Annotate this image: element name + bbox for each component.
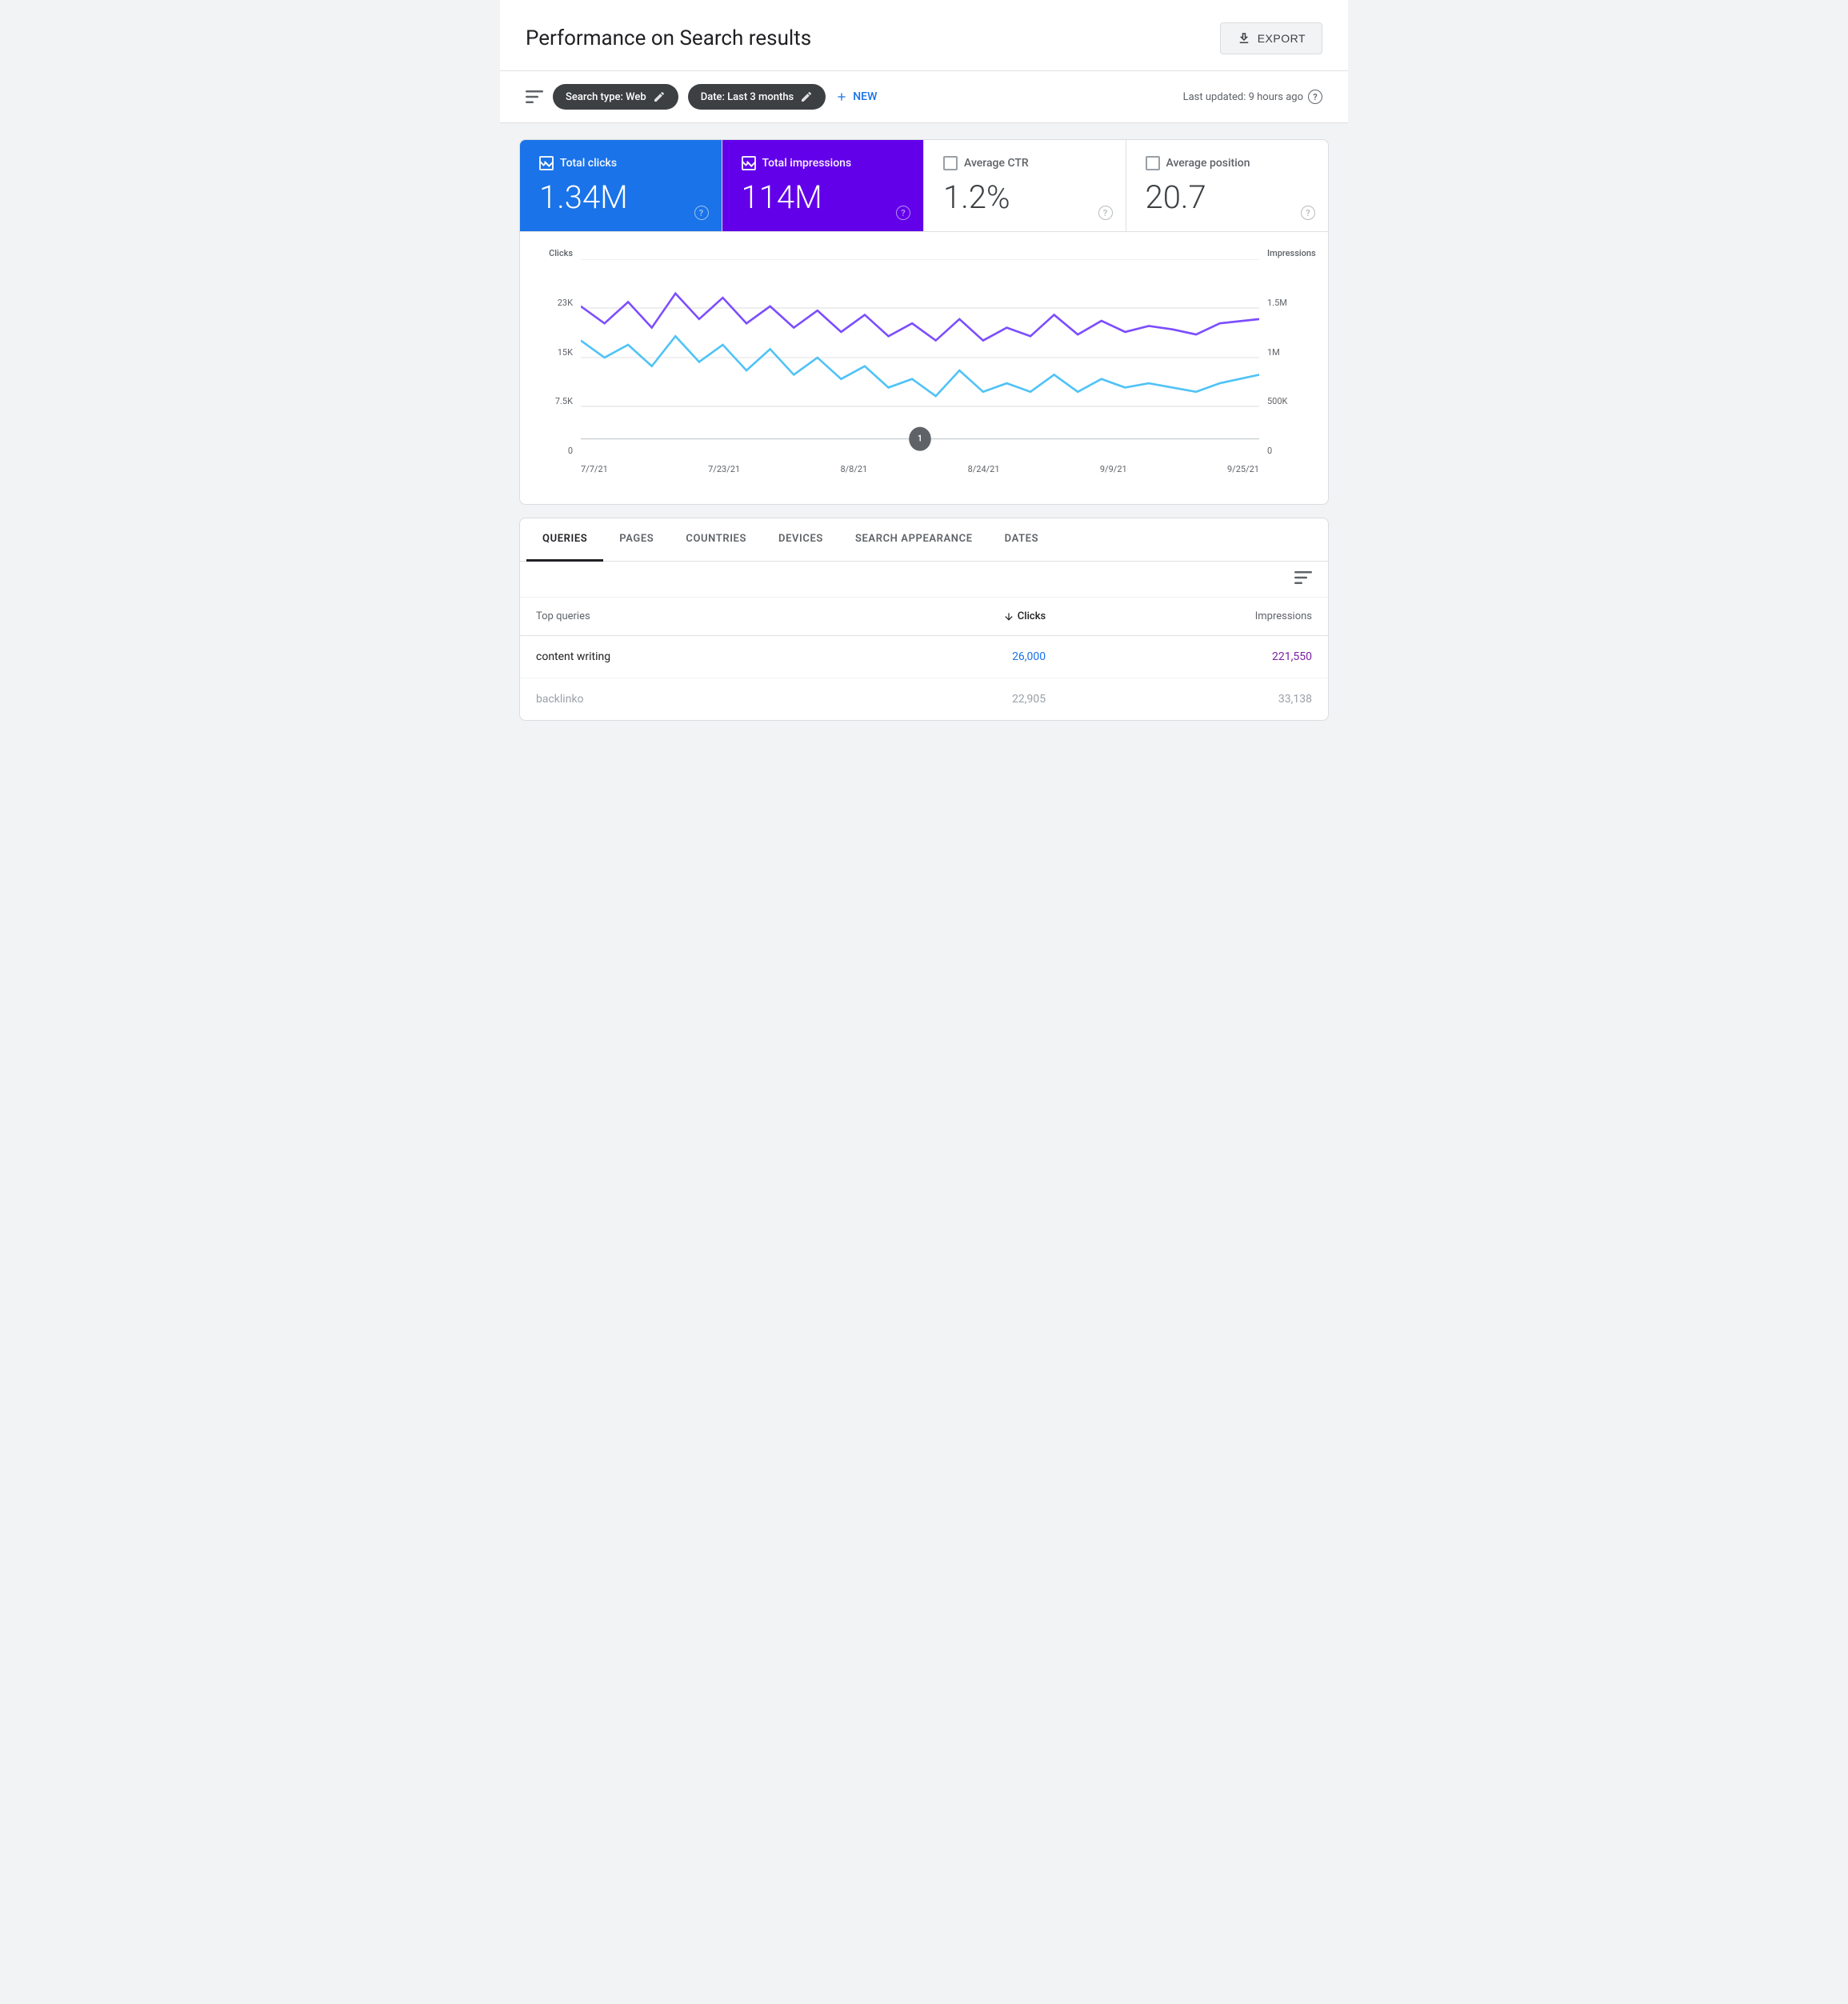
metrics-section: Total clicks 1.34M ? Total impressions 1…	[519, 139, 1329, 505]
metric-label-row-clicks: Total clicks	[539, 156, 702, 170]
col-header-query: Top queries	[520, 598, 838, 636]
y-left-23k: 23K	[558, 298, 573, 308]
metric-label-ctr: Average CTR	[964, 157, 1029, 170]
query-cell-1: backlinko	[520, 678, 838, 721]
metric-label-row-position: Average position	[1146, 156, 1310, 170]
impressions-line	[581, 294, 1259, 341]
table-header-row: Top queries Clicks Impressions	[520, 598, 1328, 636]
x-label-2: 7/23/21	[708, 464, 740, 474]
x-label-3: 8/8/21	[840, 464, 867, 474]
clicks-cell-1: 22,905	[838, 678, 1062, 721]
metric-value-ctr: 1.2%	[943, 180, 1106, 215]
checkbox-ctr	[943, 156, 958, 170]
chart-area: Clicks 23K 15K 7.5K 0 Impressions 1.5M 1…	[539, 248, 1309, 488]
metric-label-row-impressions: Total impressions	[742, 156, 905, 170]
y-right-500k: 500K	[1267, 396, 1287, 406]
y-left-label-top: Clicks	[549, 248, 573, 258]
y-right-15m: 1.5M	[1267, 298, 1287, 308]
filter-bar: Search type: Web Date: Last 3 months NEW…	[500, 71, 1348, 123]
y-axis-right: Impressions 1.5M 1M 500K 0	[1261, 248, 1309, 456]
search-type-label: Search type: Web	[566, 91, 646, 103]
date-chip[interactable]: Date: Last 3 months	[688, 84, 826, 110]
sort-down-icon	[1003, 611, 1014, 622]
tab-countries[interactable]: COUNTRIES	[670, 518, 762, 562]
clicks-cell-0: 26,000	[838, 636, 1062, 678]
last-updated-text: Last updated: 9 hours ago	[1183, 91, 1303, 103]
query-cell-0: content writing	[520, 636, 838, 678]
help-icon-impressions[interactable]: ?	[896, 206, 910, 220]
tabs-row: QUERIES PAGES COUNTRIES DEVICES SEARCH A…	[520, 518, 1328, 562]
metric-card-total-clicks[interactable]: Total clicks 1.34M ?	[520, 140, 722, 231]
chart-svg: 1	[581, 259, 1259, 456]
data-table: Top queries Clicks Impressions	[520, 598, 1328, 720]
tab-search-appearance[interactable]: SEARCH APPEARANCE	[839, 518, 989, 562]
table-row: content writing 26,000 221,550	[520, 636, 1328, 678]
x-label-6: 9/25/21	[1227, 464, 1259, 474]
metric-card-avg-ctr[interactable]: Average CTR 1.2% ?	[924, 140, 1126, 231]
y-left-0: 0	[568, 446, 573, 456]
edit-date-icon	[800, 90, 813, 103]
metrics-row: Total clicks 1.34M ? Total impressions 1…	[520, 140, 1328, 232]
tab-dates[interactable]: DATES	[989, 518, 1054, 562]
annotation-label: 1	[918, 433, 922, 444]
checkbox-impressions	[742, 156, 756, 170]
x-axis-labels: 7/7/21 7/23/21 8/8/21 8/24/21 9/9/21 9/2…	[581, 459, 1259, 488]
filter-lines-icon[interactable]	[526, 90, 543, 103]
help-icon-position[interactable]: ?	[1301, 206, 1315, 220]
x-label-4: 8/24/21	[968, 464, 1000, 474]
metric-label-row-ctr: Average CTR	[943, 156, 1106, 170]
search-type-chip[interactable]: Search type: Web	[553, 84, 678, 110]
table-filter-icon[interactable]	[1294, 571, 1312, 587]
tab-pages[interactable]: PAGES	[603, 518, 670, 562]
table-filter-row	[520, 562, 1328, 598]
export-button[interactable]: EXPORT	[1220, 22, 1322, 54]
metric-card-avg-position[interactable]: Average position 20.7 ?	[1126, 140, 1329, 231]
table-row: backlinko 22,905 33,138	[520, 678, 1328, 721]
col-header-clicks[interactable]: Clicks	[838, 598, 1062, 636]
tab-queries[interactable]: QUERIES	[526, 518, 603, 562]
page-title: Performance on Search results	[526, 26, 811, 50]
new-filter-label: NEW	[853, 90, 877, 103]
metric-label-position: Average position	[1166, 157, 1250, 170]
y-right-0: 0	[1267, 446, 1272, 456]
chart-svg-wrapper: 1	[581, 259, 1259, 456]
metric-card-total-impressions[interactable]: Total impressions 114M ?	[722, 140, 925, 231]
help-icon-clicks[interactable]: ?	[694, 206, 709, 220]
last-updated: Last updated: 9 hours ago ?	[1183, 90, 1322, 104]
checkbox-position	[1146, 156, 1160, 170]
plus-icon	[835, 90, 848, 103]
impressions-cell-0: 221,550	[1062, 636, 1328, 678]
last-updated-help-icon[interactable]: ?	[1308, 90, 1322, 104]
table-section: QUERIES PAGES COUNTRIES DEVICES SEARCH A…	[519, 518, 1329, 721]
y-left-75k: 7.5K	[555, 396, 573, 406]
export-label: EXPORT	[1258, 32, 1306, 45]
help-icon-ctr[interactable]: ?	[1098, 206, 1113, 220]
y-axis-left: Clicks 23K 15K 7.5K 0	[539, 248, 579, 456]
y-left-15k: 15K	[558, 347, 573, 358]
page-header: Performance on Search results EXPORT	[500, 0, 1348, 71]
impressions-cell-1: 33,138	[1062, 678, 1328, 721]
tab-devices[interactable]: DEVICES	[762, 518, 839, 562]
col-header-impressions: Impressions	[1062, 598, 1328, 636]
x-label-1: 7/7/21	[581, 464, 608, 474]
chart-container: Clicks 23K 15K 7.5K 0 Impressions 1.5M 1…	[520, 232, 1328, 504]
metric-value-clicks: 1.34M	[539, 180, 702, 215]
metric-value-impressions: 114M	[742, 180, 905, 215]
page-container: Performance on Search results EXPORT Sea…	[500, 0, 1348, 753]
y-right-label-top: Impressions	[1267, 248, 1316, 258]
new-filter-button[interactable]: NEW	[835, 90, 877, 103]
clicks-line	[581, 336, 1259, 396]
edit-icon	[653, 90, 666, 103]
y-right-1m: 1M	[1267, 347, 1280, 358]
metric-value-position: 20.7	[1146, 180, 1310, 215]
table-body: content writing 26,000 221,550 backlinko…	[520, 636, 1328, 721]
metric-label-impressions: Total impressions	[762, 157, 852, 170]
date-label: Date: Last 3 months	[701, 91, 794, 103]
download-icon	[1237, 31, 1251, 46]
checkbox-clicks	[539, 156, 554, 170]
x-label-5: 9/9/21	[1100, 464, 1127, 474]
metric-label-clicks: Total clicks	[560, 157, 617, 170]
